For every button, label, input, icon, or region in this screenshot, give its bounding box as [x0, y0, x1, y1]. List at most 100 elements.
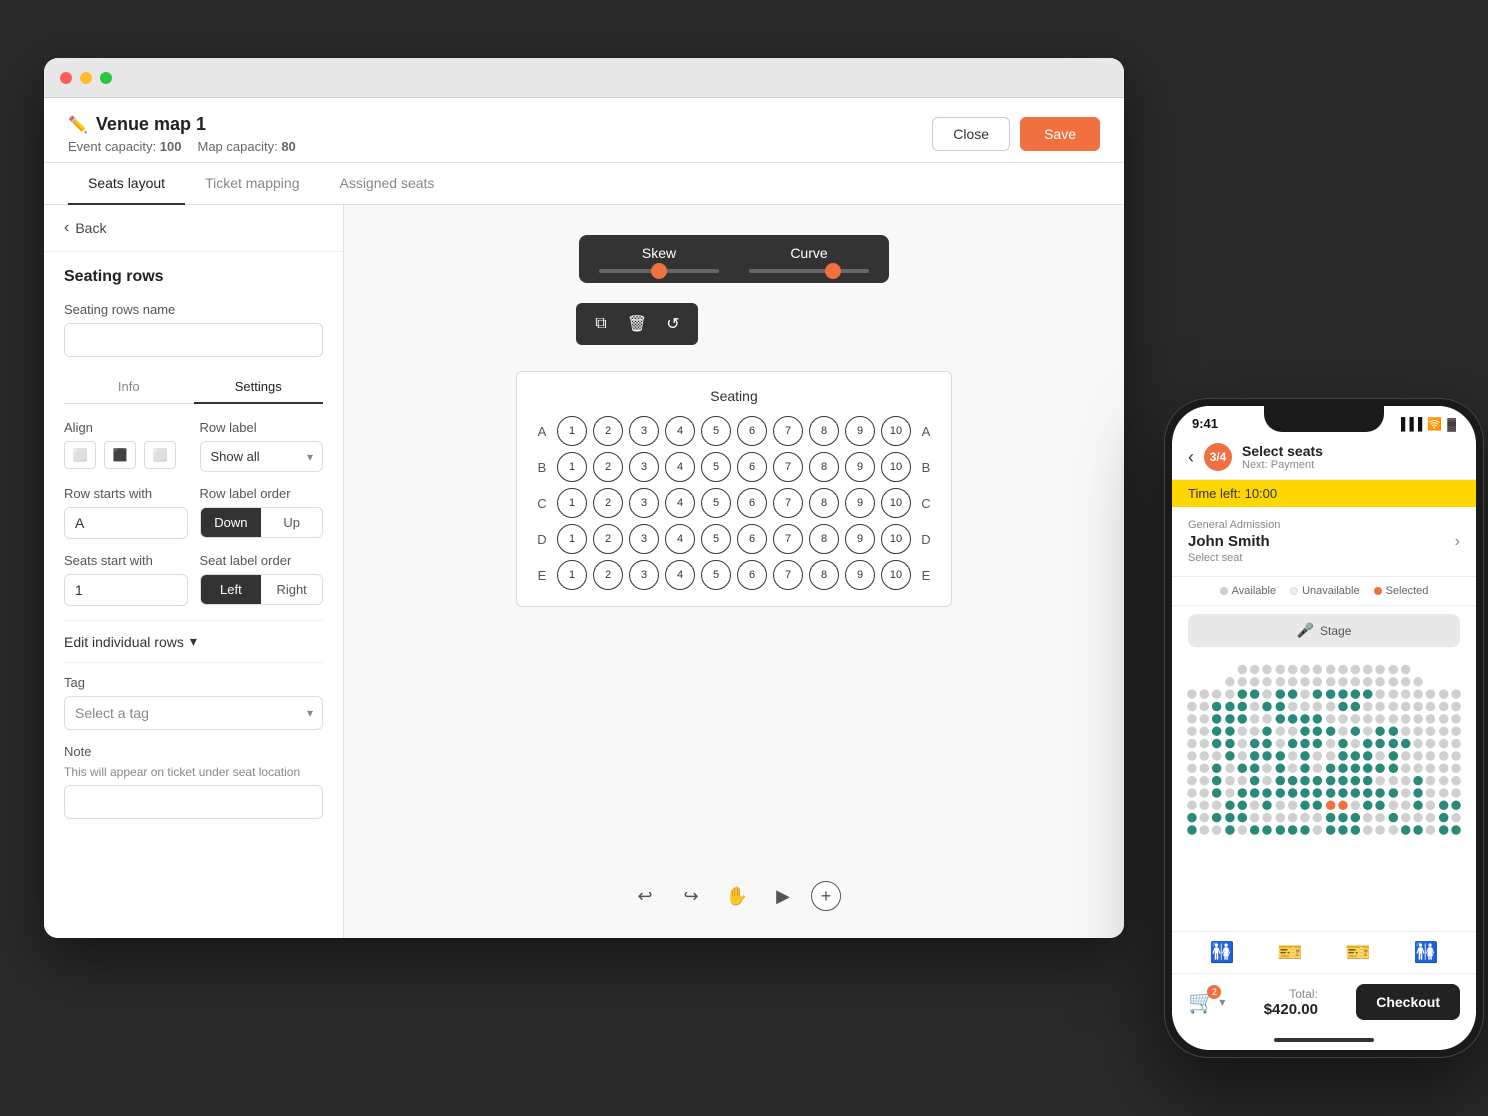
map-seat[interactable] [1237, 739, 1247, 749]
map-seat[interactable] [1376, 677, 1386, 687]
seat[interactable]: 7 [773, 488, 803, 518]
map-seat[interactable] [1338, 764, 1348, 774]
cart-expand-icon[interactable]: ▾ [1219, 995, 1225, 1009]
map-seat[interactable] [1313, 788, 1323, 798]
map-seat[interactable] [1263, 751, 1273, 761]
map-seat[interactable] [1212, 714, 1222, 724]
map-seat[interactable] [1275, 825, 1285, 835]
map-seat[interactable] [1200, 702, 1210, 712]
map-seat[interactable] [1275, 665, 1285, 675]
map-seat[interactable] [1325, 665, 1335, 675]
map-seat[interactable] [1413, 689, 1423, 699]
map-seat[interactable] [1200, 714, 1210, 724]
map-seat[interactable] [1187, 788, 1197, 798]
row-label-up-button[interactable]: Up [261, 508, 322, 537]
map-seat[interactable] [1413, 764, 1423, 774]
map-seat[interactable] [1338, 788, 1348, 798]
map-seat[interactable] [1212, 739, 1222, 749]
map-seat[interactable] [1263, 702, 1273, 712]
map-seat[interactable] [1451, 702, 1461, 712]
map-seat[interactable] [1288, 751, 1298, 761]
map-seat[interactable] [1363, 788, 1373, 798]
map-seat[interactable] [1401, 788, 1411, 798]
map-seat[interactable] [1187, 702, 1197, 712]
seat[interactable]: 6 [737, 452, 767, 482]
map-seat[interactable] [1325, 702, 1335, 712]
map-seat[interactable] [1288, 689, 1298, 699]
map-seat[interactable] [1300, 788, 1310, 798]
map-seat[interactable] [1200, 689, 1210, 699]
map-seat[interactable] [1451, 801, 1461, 811]
map-seat[interactable] [1237, 726, 1247, 736]
map-seat[interactable] [1439, 726, 1449, 736]
map-seat[interactable] [1401, 714, 1411, 724]
cart-icon-wrapper[interactable]: 🛒 2 [1188, 989, 1215, 1015]
map-seat[interactable] [1263, 825, 1273, 835]
map-seat[interactable] [1363, 665, 1373, 675]
seat[interactable]: 1 [557, 560, 587, 590]
map-seat[interactable] [1250, 677, 1260, 687]
sub-tab-info[interactable]: Info [64, 371, 194, 404]
map-seat[interactable] [1288, 726, 1298, 736]
row-label-select[interactable]: Show all Hide all Show first Show last [200, 441, 324, 472]
map-seat[interactable] [1237, 764, 1247, 774]
seat[interactable]: 4 [665, 488, 695, 518]
tab-seats-layout[interactable]: Seats layout [68, 163, 185, 205]
refresh-tool-button[interactable]: ↺ [656, 309, 690, 339]
map-seat[interactable] [1426, 776, 1436, 786]
map-seat[interactable] [1288, 788, 1298, 798]
seat[interactable]: 10 [881, 524, 911, 554]
map-seat[interactable] [1212, 751, 1222, 761]
map-seat[interactable] [1413, 739, 1423, 749]
rows-name-input[interactable] [64, 323, 323, 357]
map-seat[interactable] [1237, 751, 1247, 761]
seat[interactable]: 3 [629, 524, 659, 554]
undo-button[interactable]: ↩ [627, 878, 663, 914]
map-seat[interactable] [1439, 801, 1449, 811]
seat[interactable]: 9 [845, 488, 875, 518]
map-seat[interactable] [1413, 702, 1423, 712]
map-seat[interactable] [1426, 825, 1436, 835]
map-seat[interactable] [1200, 788, 1210, 798]
map-seat[interactable] [1413, 776, 1423, 786]
seat[interactable]: 4 [665, 560, 695, 590]
map-seat[interactable] [1275, 751, 1285, 761]
map-seat[interactable] [1338, 751, 1348, 761]
map-seat[interactable] [1288, 776, 1298, 786]
map-seat[interactable] [1237, 677, 1247, 687]
map-seat[interactable] [1401, 689, 1411, 699]
align-left-button[interactable]: ⬜ [64, 441, 96, 469]
seat[interactable]: 1 [557, 524, 587, 554]
map-seat[interactable] [1200, 825, 1210, 835]
map-seat[interactable] [1300, 825, 1310, 835]
tab-ticket-mapping[interactable]: Ticket mapping [185, 163, 319, 205]
map-seat[interactable] [1200, 764, 1210, 774]
map-seat[interactable] [1237, 776, 1247, 786]
tag-select[interactable]: Select a tag [64, 696, 323, 730]
map-seat[interactable] [1413, 813, 1423, 823]
map-seat[interactable] [1187, 801, 1197, 811]
seat[interactable]: 3 [629, 416, 659, 446]
map-seat[interactable] [1237, 689, 1247, 699]
map-seat[interactable] [1250, 788, 1260, 798]
map-seat[interactable] [1300, 689, 1310, 699]
map-seat[interactable] [1451, 825, 1461, 835]
map-seat[interactable] [1187, 813, 1197, 823]
skew-thumb[interactable] [651, 263, 667, 279]
map-seat[interactable] [1388, 788, 1398, 798]
map-seat[interactable] [1325, 813, 1335, 823]
map-seat[interactable] [1313, 665, 1323, 675]
seat[interactable]: 1 [557, 416, 587, 446]
map-seat[interactable] [1388, 677, 1398, 687]
map-seat[interactable] [1300, 764, 1310, 774]
map-seat[interactable] [1401, 665, 1411, 675]
map-seat[interactable] [1300, 726, 1310, 736]
map-seat[interactable] [1426, 689, 1436, 699]
tab-assigned-seats[interactable]: Assigned seats [319, 163, 454, 205]
align-right-button[interactable]: ⬜ [144, 441, 176, 469]
row-label-down-button[interactable]: Down [201, 508, 262, 537]
map-seat[interactable] [1237, 825, 1247, 835]
map-seat[interactable] [1187, 689, 1197, 699]
redo-button[interactable]: ↪ [673, 878, 709, 914]
map-seat[interactable] [1313, 764, 1323, 774]
